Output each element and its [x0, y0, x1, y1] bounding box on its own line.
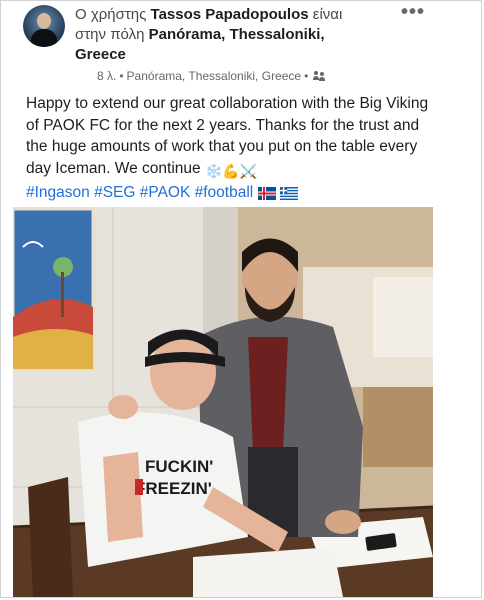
iceland-flag-icon: [257, 185, 276, 207]
avatar-head: [37, 13, 51, 29]
location-prefix: στην πόλη: [75, 26, 145, 43]
hashtag-list: #Ingason #SEG #PAOK #football: [26, 184, 258, 201]
location-name-link[interactable]: Panórama, Thessaloniki,: [149, 26, 325, 43]
wall-painting: [13, 207, 95, 371]
shirt-text-2: FREEZIN': [135, 479, 212, 498]
post-header: Ο χρήστης Tassos Papadopoulos είναι στην…: [23, 1, 463, 85]
snow-muscle-swords-emojis: ❄️💪⚔️: [204, 162, 258, 179]
post-card: Ο χρήστης Tassos Papadopoulos είναι στην…: [0, 0, 482, 598]
shirt-text-1: FUCKIN': [145, 457, 213, 476]
hashtag-paok[interactable]: #PAOK: [140, 184, 191, 201]
author-avatar[interactable]: [23, 5, 65, 47]
hashtag-football[interactable]: #football: [195, 184, 254, 201]
friends-icon: [313, 71, 326, 81]
greece-flag-icon: [279, 185, 298, 207]
post-photo[interactable]: FUCKIN' FREEZIN': [13, 207, 433, 597]
author-prefix: Ο χρήστης: [75, 6, 147, 23]
avatar-body: [31, 29, 57, 47]
location-country-link[interactable]: Greece: [75, 46, 126, 63]
photo-illustration: FUCKIN' FREEZIN': [13, 207, 433, 597]
post-meta: 8 λ. • Panórama, Thessaloniki, Greece •: [97, 69, 326, 83]
more-options-button[interactable]: •••: [401, 1, 425, 24]
hashtag-ingason[interactable]: #Ingason: [26, 184, 90, 201]
meta-location[interactable]: Panórama, Thessaloniki, Greece: [127, 69, 302, 83]
post-time[interactable]: 8 λ.: [97, 69, 116, 83]
meta-separator-2: •: [304, 69, 309, 83]
post-title: Ο χρήστης Tassos Papadopoulos είναι στην…: [75, 5, 405, 65]
meta-separator: •: [119, 69, 124, 83]
author-name-link[interactable]: Tassos Papadopoulos: [151, 6, 309, 23]
author-suffix: είναι: [312, 6, 343, 23]
post-body: Happy to extend our great collaboration …: [26, 93, 436, 207]
hashtag-seg[interactable]: #SEG: [94, 184, 135, 201]
